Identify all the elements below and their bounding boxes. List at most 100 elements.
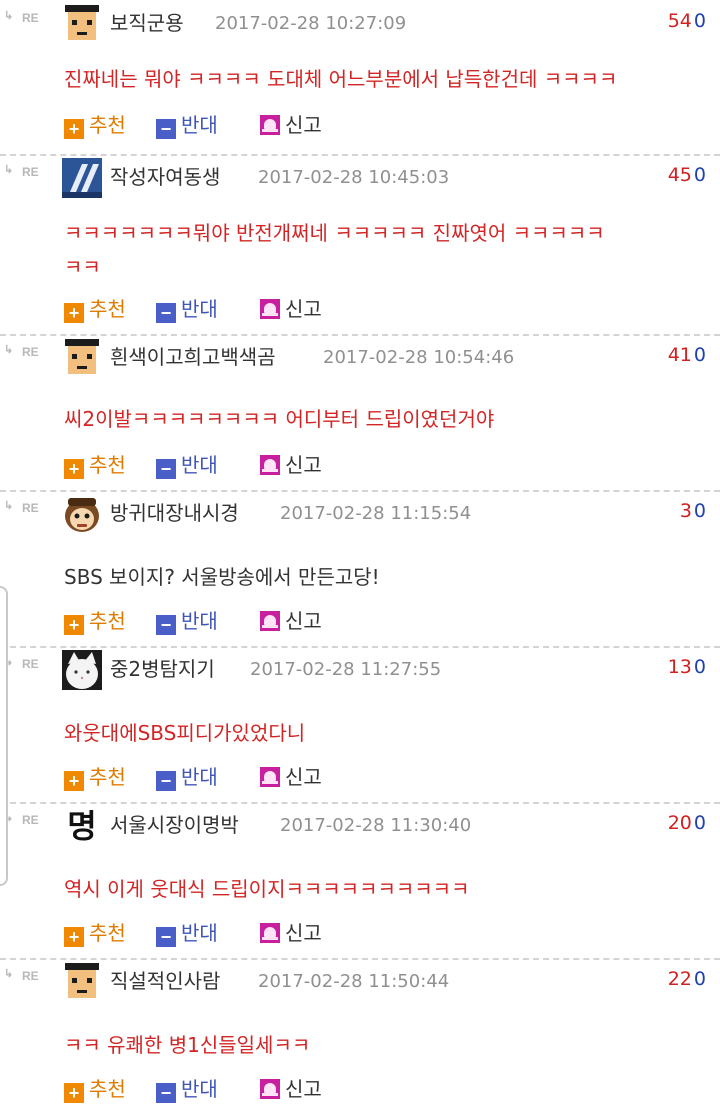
comment-body: ㅋㅋ 유쾌한 병1신들일세ㅋㅋ [64, 1028, 704, 1062]
recommend-button[interactable]: + 추천 [64, 450, 126, 480]
comment-timestamp: 2017-02-28 11:27:55 [250, 659, 442, 680]
report-button[interactable]: 신고 [260, 294, 322, 324]
oppose-label: 반대 [181, 921, 218, 945]
siren-icon [260, 767, 280, 787]
oppose-button[interactable]: − 반대 [156, 606, 218, 636]
upvote-count: 20 [667, 812, 692, 834]
vote-counts: 30 [680, 498, 706, 524]
siren-icon [260, 455, 280, 475]
plus-icon: + [64, 615, 84, 635]
comment-body: 씨2이발ㅋㅋㅋㅋㅋㅋㅋㅋ 어디부터 드립이였던거야 [64, 402, 704, 436]
oppose-label: 반대 [181, 453, 218, 477]
upvote-count: 41 [667, 344, 692, 366]
oppose-button[interactable]: − 반대 [156, 450, 218, 480]
plus-icon: + [64, 119, 84, 139]
report-button[interactable]: 신고 [260, 450, 322, 480]
oppose-label: 반대 [181, 609, 218, 633]
siren-icon [260, 611, 280, 631]
siren-icon [260, 1079, 280, 1099]
oppose-button[interactable]: − 반대 [156, 918, 218, 948]
comment-text-line: ㅋㅋ [64, 255, 101, 279]
recommend-label: 추천 [89, 609, 126, 633]
siren-icon [260, 115, 280, 135]
minus-icon: − [156, 1083, 176, 1103]
report-label: 신고 [285, 609, 322, 633]
author-nickname[interactable]: 작성자여동생 [110, 164, 220, 190]
comment-actions: + 추천 − 반대 신고 [64, 918, 394, 948]
recommend-label: 추천 [89, 453, 126, 477]
comment-timestamp: 2017-02-28 11:50:44 [258, 971, 450, 992]
comment-text-line: 와웃대에SBS피디가있었다니 [64, 721, 306, 745]
minus-icon: − [156, 119, 176, 139]
vote-counts: 20 0 [668, 810, 706, 836]
report-button[interactable]: 신고 [260, 110, 322, 140]
report-label: 신고 [285, 921, 322, 945]
downvote-count: 0 [693, 344, 706, 366]
minus-icon: − [156, 615, 176, 635]
siren-icon [260, 923, 280, 943]
comment-text-line: ㅋㅋㅋㅋㅋㅋㅋ뭐야 반전개쩌네 ㅋㅋㅋㅋㅋ 진짜엿어 ㅋㅋㅋㅋㅋ [64, 221, 605, 245]
oppose-button[interactable]: − 반대 [156, 762, 218, 792]
vote-counts: 45 0 [668, 162, 706, 188]
author-nickname[interactable]: 직설적인사람 [110, 968, 220, 994]
author-nickname[interactable]: 서울시장이명박 [110, 812, 239, 838]
downvote-count: 0 [693, 164, 706, 186]
reply-label: RE [22, 345, 39, 359]
avatar[interactable] [62, 4, 102, 44]
comment-actions: + 추천 − 반대 신고 [64, 294, 394, 324]
recommend-label: 추천 [89, 297, 126, 321]
oppose-label: 반대 [181, 297, 218, 321]
author-nickname[interactable]: 흰색이고희고백색곰 [110, 344, 276, 370]
avatar[interactable] [62, 650, 102, 690]
author-nickname[interactable]: 보직군용 [110, 10, 184, 36]
vote-counts: 54 0 [668, 8, 706, 34]
recommend-button[interactable]: + 추천 [64, 110, 126, 140]
report-button[interactable]: 신고 [260, 1074, 322, 1104]
white-cat-icon [62, 650, 102, 690]
oppose-button[interactable]: − 반대 [156, 110, 218, 140]
siren-icon [260, 299, 280, 319]
comment-item: ↳ RE 명 서울시장이명박 2017-02-28 11:30:40 20 0 역시… [0, 802, 720, 958]
minus-icon: − [156, 459, 176, 479]
author-nickname[interactable]: 중2병탐지기 [110, 656, 215, 682]
report-label: 신고 [285, 453, 322, 477]
author-nickname[interactable]: 방귀대장내시경 [110, 500, 239, 526]
minus-icon: − [156, 771, 176, 791]
recommend-button[interactable]: + 추천 [64, 606, 126, 636]
comment-actions: + 추천 − 반대 신고 [64, 1074, 394, 1104]
downvote-count: 0 [693, 500, 706, 522]
oppose-button[interactable]: − 반대 [156, 294, 218, 324]
comment-divider [0, 154, 720, 156]
comment-text-line: 진짜네는 뭐야 ㅋㅋㅋㅋ 도대체 어느부분에서 납득한건데 ㅋㅋㅋㅋ [64, 67, 618, 91]
comment-text-line: 역시 이게 웃대식 드립이지ㅋㅋㅋㅋㅋㅋㅋㅋㅋㅋ [64, 877, 470, 901]
comment-timestamp: 2017-02-28 11:30:40 [280, 815, 472, 836]
comment-item: ↳ RE 보직군용 2017-02-28 10:27:09 54 0 진짜네는 뭐야… [0, 0, 720, 154]
reply-arrow-icon: ↳ RE [4, 500, 39, 515]
avatar[interactable]: 명 [62, 806, 102, 846]
comment-actions: + 추천 − 반대 신고 [64, 762, 394, 792]
recommend-label: 추천 [89, 765, 126, 789]
comment-divider [0, 646, 720, 648]
upvote-count: 22 [667, 968, 692, 990]
recommend-button[interactable]: + 추천 [64, 1074, 126, 1104]
comment-divider [0, 802, 720, 804]
oppose-label: 반대 [181, 765, 218, 789]
plus-icon: + [64, 303, 84, 323]
report-button[interactable]: 신고 [260, 918, 322, 948]
blue-tile-logo-icon [62, 158, 102, 198]
avatar[interactable] [62, 158, 102, 198]
pixel-face-cap-icon [62, 4, 102, 44]
recommend-button[interactable]: + 추천 [64, 762, 126, 792]
report-button[interactable]: 신고 [260, 606, 322, 636]
scrollbar-handle[interactable] [0, 586, 8, 886]
oppose-button[interactable]: − 반대 [156, 1074, 218, 1104]
reply-label: RE [22, 501, 39, 515]
avatar[interactable] [62, 962, 102, 1002]
avatar[interactable] [62, 338, 102, 378]
report-button[interactable]: 신고 [260, 762, 322, 792]
recommend-button[interactable]: + 추천 [64, 918, 126, 948]
pixel-face-cap-icon [62, 338, 102, 378]
comment-text-line: ㅋㅋ 유쾌한 병1신들일세ㅋㅋ [64, 1033, 311, 1057]
recommend-button[interactable]: + 추천 [64, 294, 126, 324]
avatar[interactable] [62, 494, 102, 534]
